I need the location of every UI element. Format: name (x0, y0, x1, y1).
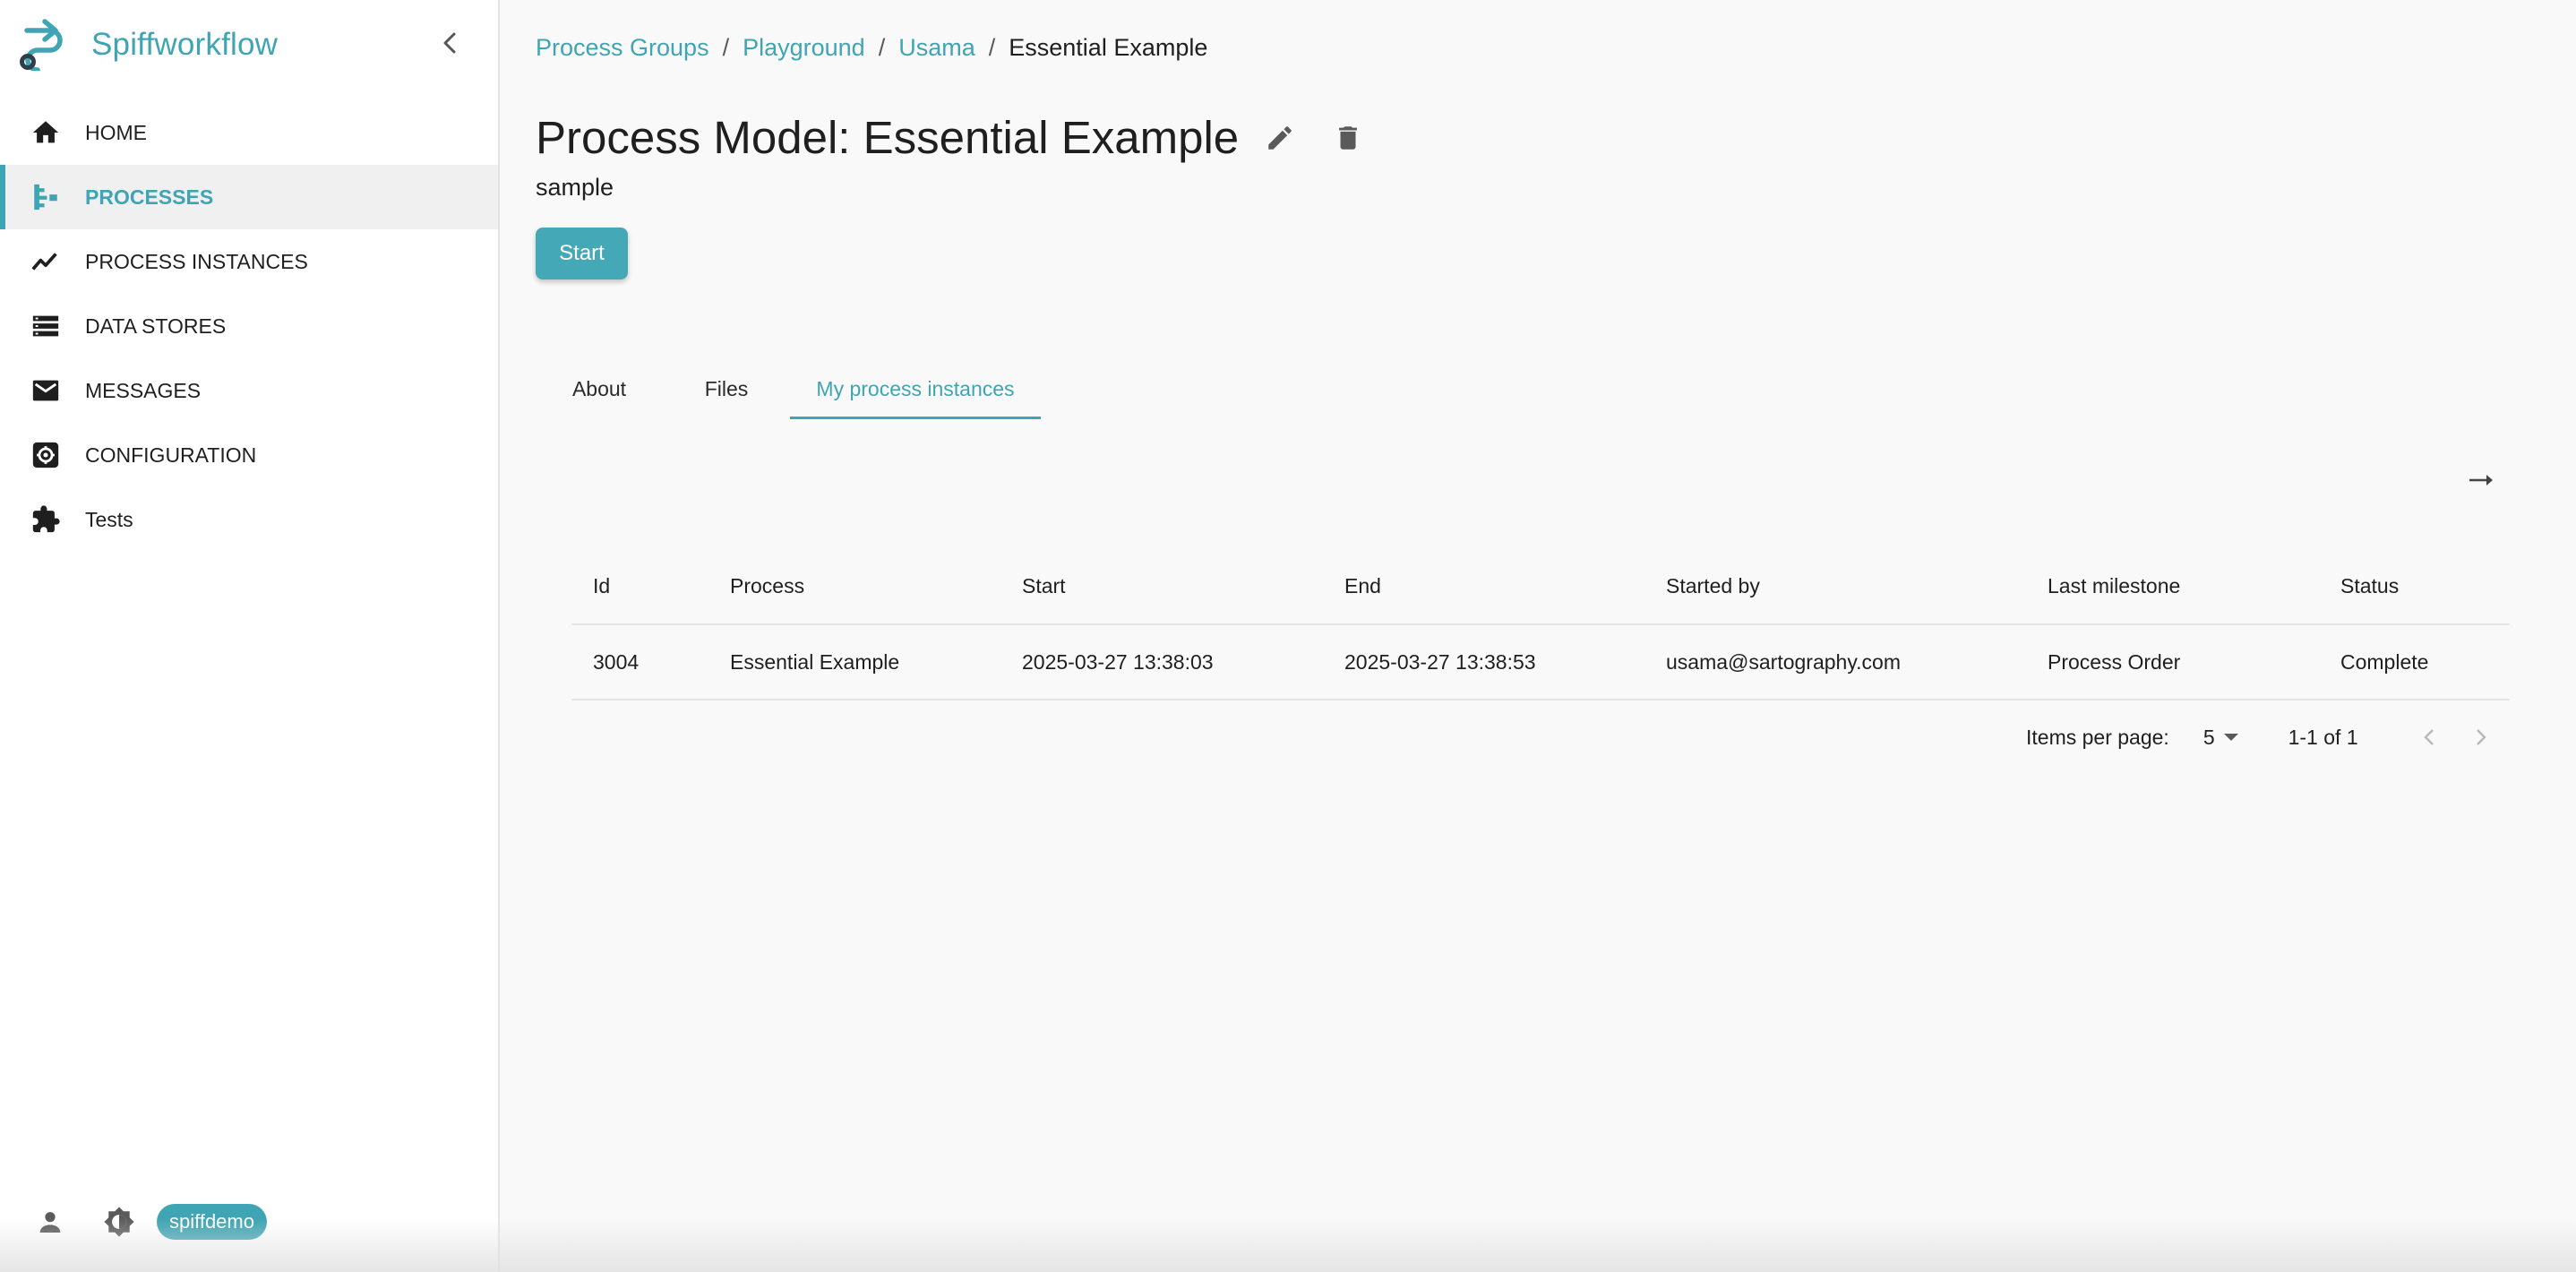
sidebar-item-label: PROCESSES (85, 185, 214, 209)
sidebar-item-processes[interactable]: PROCESSES (0, 165, 498, 229)
chevron-left-icon (443, 32, 456, 54)
column-header: Start (1022, 573, 1066, 597)
app-name: Spiffworkflow (91, 27, 279, 62)
column-header: Started by (1666, 573, 1760, 597)
sidebar-footer: spiffdemo (32, 1204, 267, 1240)
breadcrumb-separator: / (722, 34, 730, 61)
cell-process: Essential Example (730, 649, 900, 674)
column-header: End (1344, 573, 1381, 597)
previous-page-button[interactable] (2410, 718, 2448, 756)
app-root: Spiffworkflow HOME PROCESSES PROCESS INS… (0, 0, 2576, 1272)
chevron-left-icon (2423, 729, 2434, 745)
storage-icon (29, 309, 63, 343)
sidebar-nav: HOME PROCESSES PROCESS INSTANCES DATA ST… (0, 100, 498, 552)
sidebar-item-data-stores[interactable]: DATA STORES (0, 294, 498, 358)
sidebar-item-label: Tests (85, 507, 133, 531)
page-title: Process Model: Essential Example (536, 112, 1240, 163)
items-per-page-label: Items per page: (2026, 725, 2169, 749)
cell-last-milestone: Process Order (2048, 649, 2181, 674)
sidebar-item-label: PROCESS INSTANCES (85, 249, 308, 273)
collapse-sidebar-button[interactable] (434, 25, 466, 61)
tab-files[interactable]: Files (663, 358, 790, 419)
pagination: Items per page: 5 1-1 of 1 (2026, 718, 2500, 756)
next-page-button[interactable] (2462, 718, 2500, 756)
process-model-description: sample (536, 174, 614, 201)
items-per-page-select[interactable]: 5 (2203, 726, 2238, 750)
spiffworkflow-logo-icon (20, 19, 63, 71)
sidebar: Spiffworkflow HOME PROCESSES PROCESS INS… (0, 0, 500, 1272)
theme-toggle-icon[interactable] (101, 1204, 137, 1240)
user-profile-icon[interactable] (32, 1204, 68, 1240)
arrow-right-icon[interactable] (2460, 464, 2504, 496)
trending-icon (29, 245, 63, 279)
column-header: Status (2340, 573, 2400, 597)
cell-started-by: usama@sartography.com (1666, 649, 1901, 674)
pagination-range: 1-1 of 1 (2288, 725, 2358, 749)
items-per-page-value: 5 (2202, 725, 2215, 749)
edit-icon[interactable] (1260, 118, 1300, 158)
home-icon (29, 116, 63, 150)
breadcrumb-link-playground[interactable]: Playground (743, 34, 865, 62)
tab-about[interactable]: About (536, 358, 663, 419)
table-header: Id Process Start End Started by Last mil… (571, 548, 2510, 625)
cell-end: 2025-03-27 13:38:53 (1344, 649, 1536, 674)
cell-status: Complete (2340, 649, 2429, 674)
main-content: Process Groups / Playground / Usama / Es… (500, 0, 2576, 1272)
column-header: Process (730, 573, 805, 597)
title-row: Process Model: Essential Example (536, 111, 1368, 164)
sidebar-item-home[interactable]: HOME (0, 100, 498, 165)
sidebar-item-process-instances[interactable]: PROCESS INSTANCES (0, 229, 498, 294)
breadcrumb-current: Essential Example (1009, 34, 1208, 61)
breadcrumb-link-process-groups[interactable]: Process Groups (536, 34, 709, 62)
column-header: Last milestone (2048, 573, 2181, 597)
brand[interactable]: Spiffworkflow (20, 18, 278, 72)
delete-icon[interactable] (1328, 118, 1368, 158)
tab-list: About Files My process instances (536, 358, 1041, 419)
settings-icon (29, 438, 63, 472)
caret-down-icon (2223, 734, 2238, 741)
breadcrumb-separator: / (878, 34, 886, 61)
sidebar-item-configuration[interactable]: CONFIGURATION (0, 423, 498, 487)
cell-start: 2025-03-27 13:38:03 (1022, 649, 1214, 674)
sidebar-item-tests[interactable]: Tests (0, 487, 498, 552)
processes-icon (29, 180, 63, 214)
table-row[interactable]: 3004 Essential Example 2025-03-27 13:38:… (571, 625, 2510, 700)
column-header: Id (593, 573, 611, 597)
breadcrumb: Process Groups / Playground / Usama / Es… (536, 34, 1207, 62)
puzzle-icon (29, 503, 63, 537)
breadcrumb-separator: / (988, 34, 996, 61)
sidebar-item-label: CONFIGURATION (85, 443, 257, 467)
sidebar-item-messages[interactable]: MESSAGES (0, 358, 498, 423)
cell-id: 3004 (593, 649, 640, 674)
sidebar-item-label: HOME (85, 120, 147, 144)
sidebar-item-label: DATA STORES (85, 314, 227, 338)
chevron-right-icon (2476, 729, 2486, 745)
mail-icon (29, 374, 63, 408)
sidebar-item-label: MESSAGES (85, 378, 202, 402)
start-button[interactable]: Start (536, 228, 628, 279)
user-badge[interactable]: spiffdemo (157, 1204, 267, 1240)
tab-my-process-instances[interactable]: My process instances (790, 358, 1041, 419)
process-instances-table: Id Process Start End Started by Last mil… (571, 548, 2510, 700)
breadcrumb-link-usama[interactable]: Usama (898, 34, 975, 62)
